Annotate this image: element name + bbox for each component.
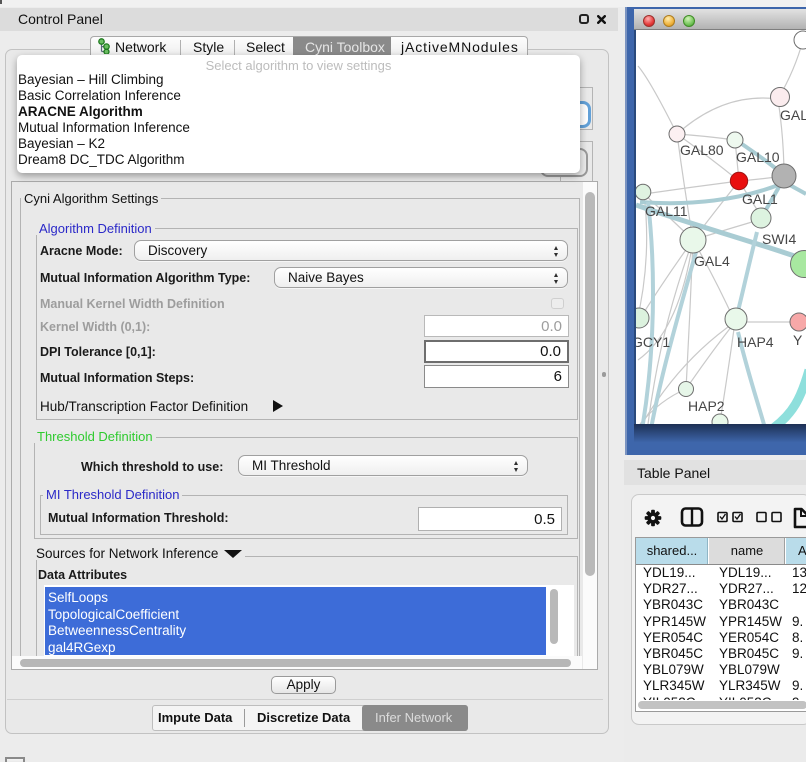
svg-text:GAL80: GAL80 [680, 142, 724, 158]
svg-text:Y: Y [793, 332, 803, 348]
svg-text:GAL4: GAL4 [694, 253, 730, 269]
svg-text:SWI4: SWI4 [762, 231, 796, 247]
svg-text:GAL3: GAL3 [780, 107, 806, 123]
svg-text:GAL11: GAL11 [645, 203, 688, 219]
svg-text:GAL10: GAL10 [736, 149, 780, 165]
svg-text:HAP4: HAP4 [737, 334, 774, 350]
svg-text:GCY1: GCY1 [636, 334, 670, 350]
svg-text:GAL1: GAL1 [742, 191, 778, 207]
svg-text:HAP2: HAP2 [688, 398, 725, 414]
